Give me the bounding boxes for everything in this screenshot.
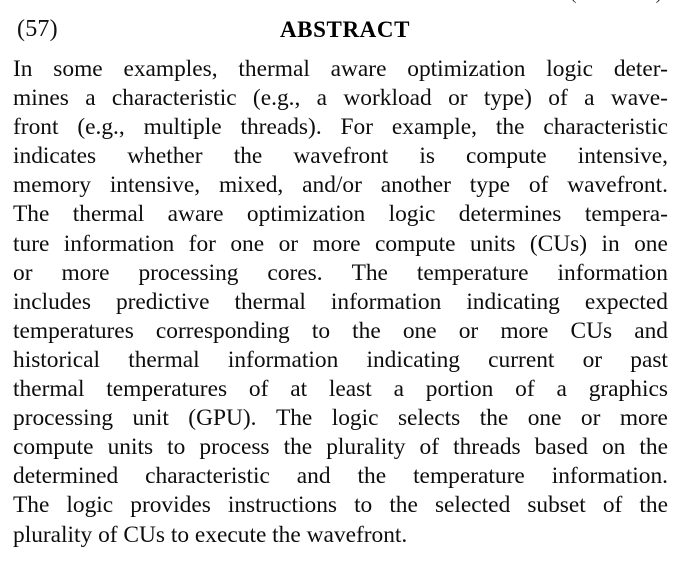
abstract-line: The logic provides instructions to the selecte… [13,492,668,519]
abstract-line: plurality of CUs to execute the wavefron… [13,521,408,548]
abstract-line: temperatures corresponding to the one or more C… [13,317,668,344]
abstract-line: mines a characteristic (e.g., a workload or typ… [13,85,668,112]
abstract-line: determined characteristic and the temperatur… [13,463,668,490]
abstract-line: compute units to process the plurality of threa… [13,434,668,461]
abstract-line: front (e.g., multiple threads). For example, t… [13,114,668,141]
abstract-line: includes predictive thermal information indi… [13,288,668,315]
abstract-line: processing unit (GPU). The logic selects the on… [13,405,668,432]
abstract-line: indicates whether the wavefront is compute int… [13,143,668,170]
clipped-continued-line: (Continued) [472,0,662,5]
patent-abstract-page: (Continued) (57) ABSTRACT Insomeexamples… [0,0,680,572]
abstract-heading-row: (57) ABSTRACT [0,14,680,46]
abstract-line: memory intensive, mixed, and/or another type o… [13,172,668,199]
abstract-line: or more processing cores. The temperature info… [13,259,668,286]
abstract-line: ture information for one or more compute units(… [13,230,668,257]
abstract-line: thermal temperatures of at least a portion of a g… [13,376,668,403]
abstract-line: historical thermal information indicating cu… [13,346,668,373]
abstract-body: In some examples, thermal aware optimization l… [13,55,668,550]
abstract-line: The thermal aware optimization logic determin… [13,201,668,228]
abstract-line: In some examples, thermal aware optimization l… [13,56,668,82]
abstract-title: ABSTRACT [279,17,411,42]
